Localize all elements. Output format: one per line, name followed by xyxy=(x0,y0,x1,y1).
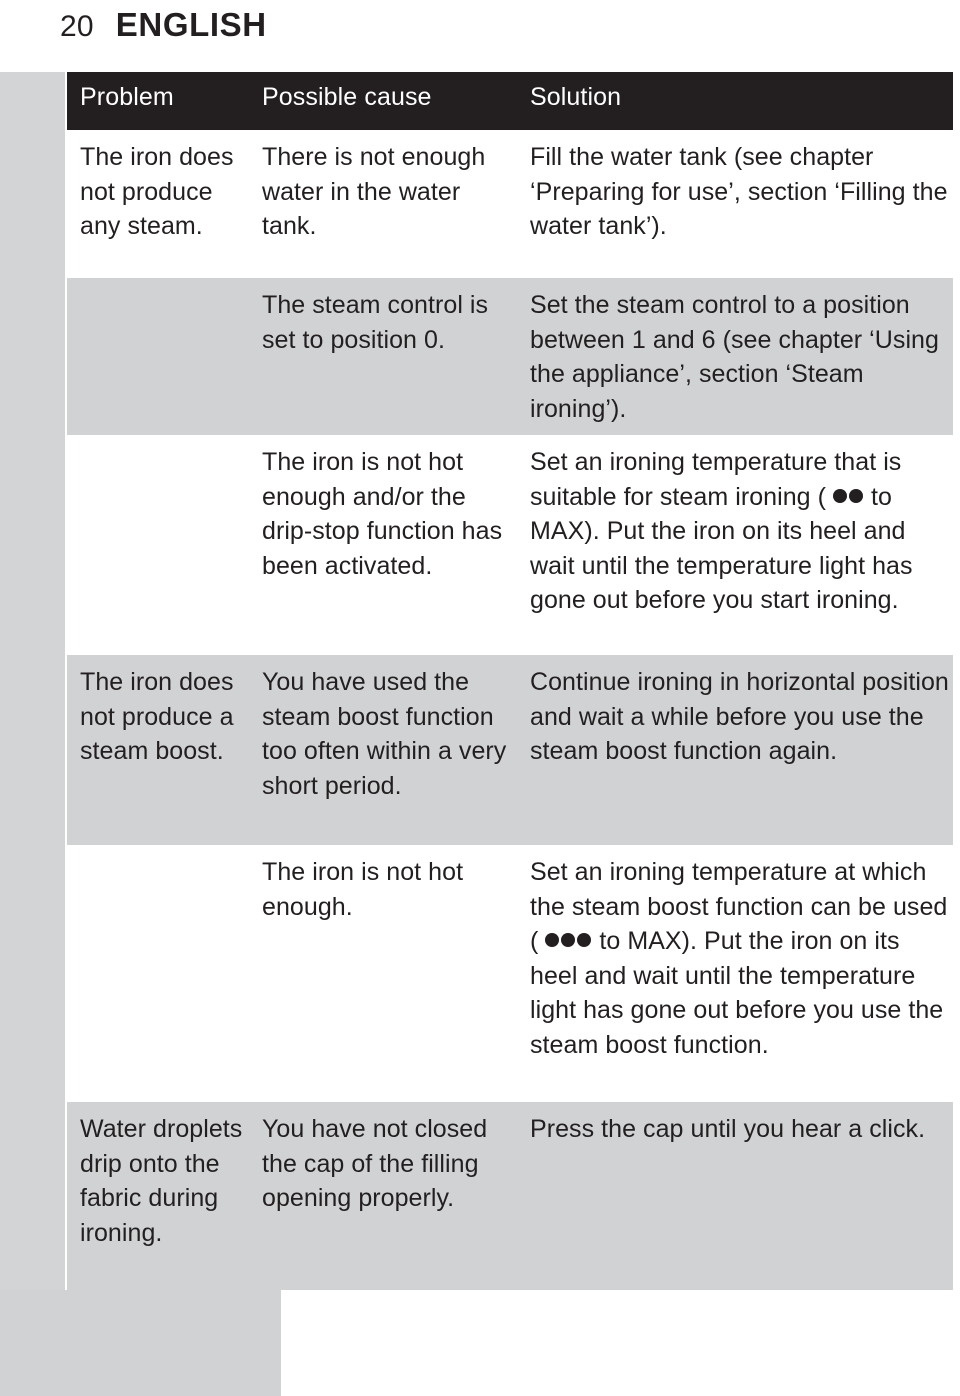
page-header: 20 ENGLISH xyxy=(60,6,267,44)
table-row: The iron does not produce a steam boost.… xyxy=(67,655,953,845)
temperature-dot-icon xyxy=(832,488,847,503)
cell-problem xyxy=(80,845,256,855)
cell-solution: Set the steam control to a position betw… xyxy=(530,291,939,423)
left-margin-strip xyxy=(0,72,65,1396)
cell-cause: You have used the steam boost function t… xyxy=(262,668,507,800)
cell-cause: The iron is not hot enough. xyxy=(262,858,464,921)
cell-cause: The steam control is set to position 0. xyxy=(262,291,489,354)
table-row: The iron is not hot enough and/or the dr… xyxy=(67,435,953,655)
temperature-dot-icon xyxy=(561,933,576,947)
table-row: The steam control is set to position 0. … xyxy=(67,278,953,435)
cell-problem: Water droplets drip onto the fabric duri… xyxy=(80,1115,243,1247)
cell-problem xyxy=(80,278,256,288)
column-header-problem: Problem xyxy=(80,83,174,111)
cell-cause: You have not closed the cap of the filli… xyxy=(262,1115,488,1212)
table-row: Water droplets drip onto the fabric duri… xyxy=(67,1102,953,1290)
table-header-row: Problem Possible cause Solution xyxy=(67,72,953,130)
page-title: ENGLISH xyxy=(115,6,267,43)
cell-problem: The iron does not produce a steam boost. xyxy=(80,668,234,765)
column-header-cause: Possible cause xyxy=(262,83,432,111)
table-row: The iron does not produce any steam. The… xyxy=(67,130,953,278)
temperature-dot-icon xyxy=(848,488,863,503)
troubleshooting-table: Problem Possible cause Solution The iron… xyxy=(67,72,953,1290)
cell-solution: Continue ironing in horizontal position … xyxy=(530,668,949,765)
table-row: The iron is not hot enough. Set an ironi… xyxy=(67,845,953,1102)
cell-cause: The iron is not hot enough and/or the dr… xyxy=(262,448,503,580)
temperature-dot-icon xyxy=(577,933,592,947)
temperature-dots-icon xyxy=(544,927,592,955)
cell-cause: There is not enough water in the water t… xyxy=(262,143,486,240)
page-number: 20 xyxy=(60,10,94,43)
cell-solution: Press the cap until you hear a click. xyxy=(530,1115,926,1143)
temperature-dots-icon xyxy=(832,483,864,511)
cell-solution: Set an ironing temperature at which the … xyxy=(530,858,948,1059)
cell-solution: Fill the water tank (see chapter ‘Prepar… xyxy=(530,143,948,240)
bottom-left-gray-block xyxy=(0,1290,281,1396)
column-header-solution: Solution xyxy=(530,83,622,111)
cell-problem xyxy=(80,435,256,445)
temperature-dot-icon xyxy=(545,933,560,947)
cell-problem: The iron does not produce any steam. xyxy=(80,143,234,240)
cell-solution: Set an ironing temperature that is suita… xyxy=(530,448,913,614)
